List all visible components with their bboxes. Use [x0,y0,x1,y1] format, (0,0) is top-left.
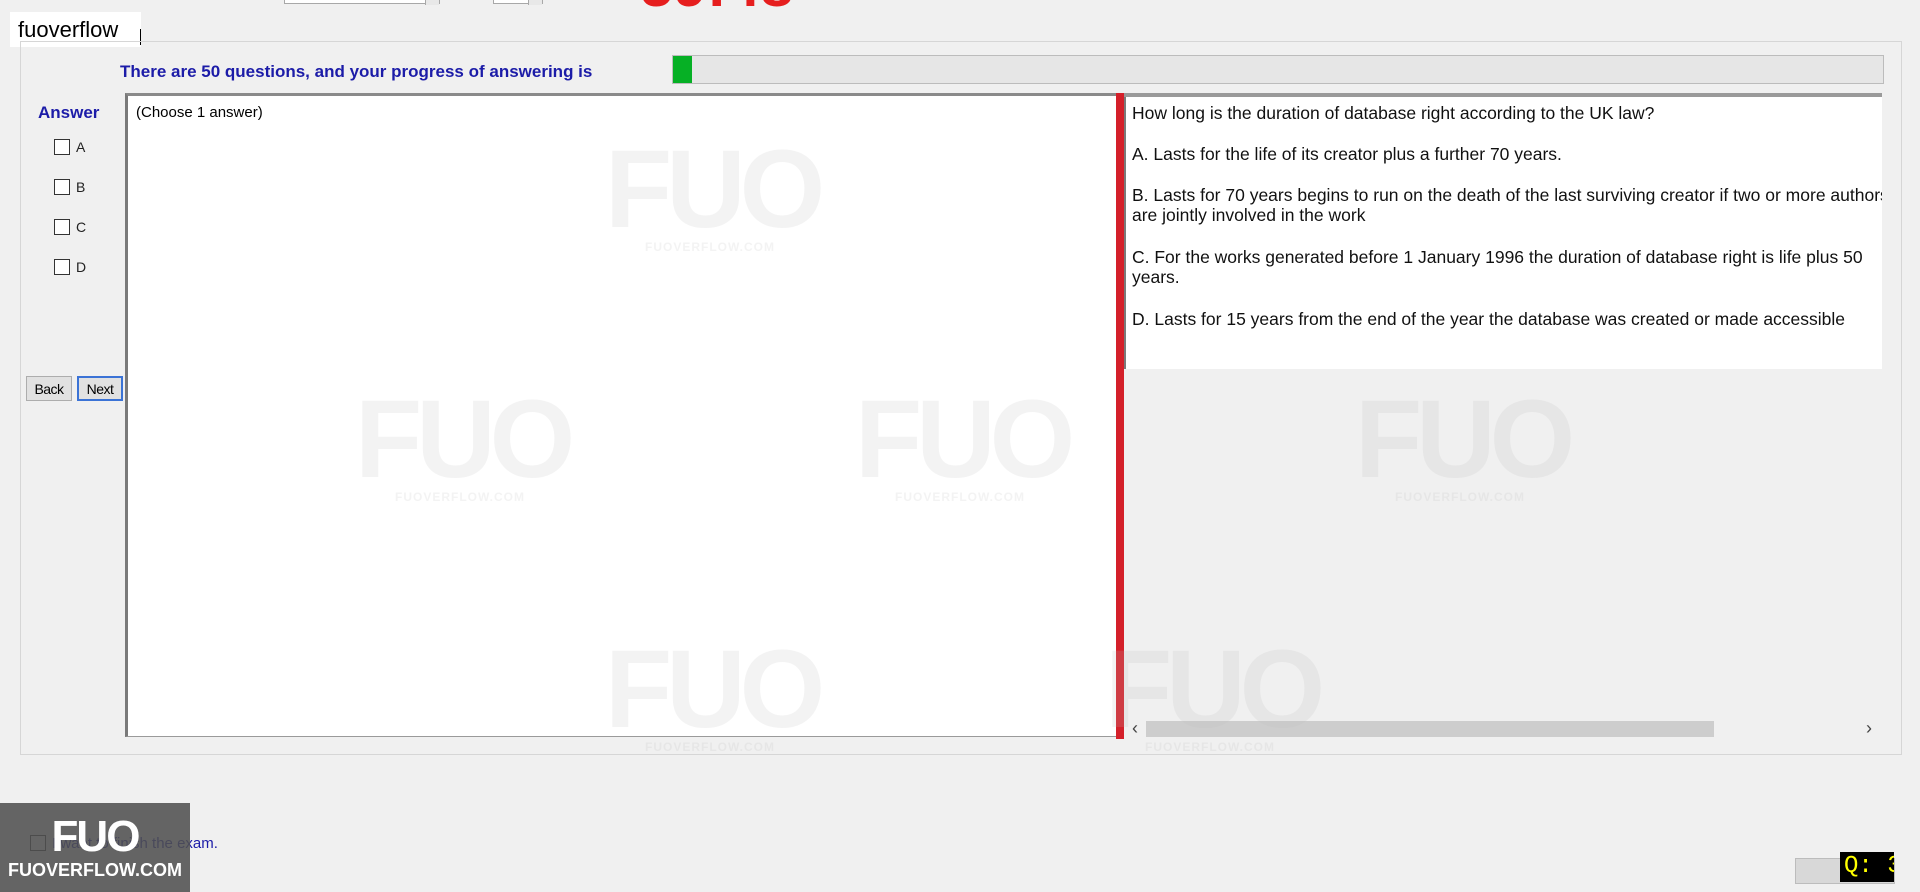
answer-option-label: B [76,179,86,195]
progress-label: There are 50 questions, and your progres… [120,62,593,81]
checkbox-d[interactable] [54,259,70,275]
panel-splitter[interactable] [1116,93,1124,739]
horizontal-scrollbar[interactable]: ‹ › [1124,717,1882,739]
top-combo-box[interactable] [284,0,440,5]
choice-c-text: C. For the works generated before 1 Janu… [1132,247,1863,287]
scroll-right-arrow-icon[interactable]: › [1860,717,1878,739]
answer-option-label: C [76,219,87,235]
choice-a-text: A. Lasts for the life of its creator plu… [1132,144,1562,164]
scrollbar-thumb[interactable] [1146,721,1714,737]
checkbox-a[interactable] [54,139,70,155]
back-button[interactable]: Back [26,376,72,401]
next-button[interactable]: Next [77,376,123,401]
choose-instruction: (Choose 1 answer) [136,104,263,121]
answer-option-b[interactable]: B [54,177,85,197]
progress-bar [672,55,1884,84]
combo-dropdown-button[interactable] [425,0,439,5]
answer-option-label: A [76,139,86,155]
question-text-area: How long is the duration of database rig… [1124,97,1882,369]
progress-bar-fill [673,56,693,83]
answer-input-panel[interactable]: (Choose 1 answer) [125,93,1117,737]
answer-option-c[interactable]: C [54,217,86,237]
answer-heading: Answer [38,103,100,122]
scroll-left-arrow-icon[interactable]: ‹ [1126,717,1144,739]
checkbox-c[interactable] [54,219,70,235]
question-number-badge: Q: 3 [1840,852,1894,882]
choice-d-text: D. Lasts for 15 years from the end of th… [1132,309,1846,329]
fuo-logo: FUO FUOVERFLOW.COM [0,803,190,892]
question-text: How long is the duration of database rig… [1132,103,1655,123]
question-panel: How long is the duration of database rig… [1124,93,1882,739]
answer-option-a[interactable]: A [54,137,85,157]
answer-option-label: D [76,259,87,275]
answer-option-d[interactable]: D [54,257,86,277]
checkbox-b[interactable] [54,179,70,195]
top-small-field[interactable] [493,0,543,5]
choice-b-text: B. Lasts for 70 years begins to run on t… [1132,185,1882,225]
countdown-timer: 59:48 [640,0,820,16]
small-field-button[interactable] [528,0,542,5]
